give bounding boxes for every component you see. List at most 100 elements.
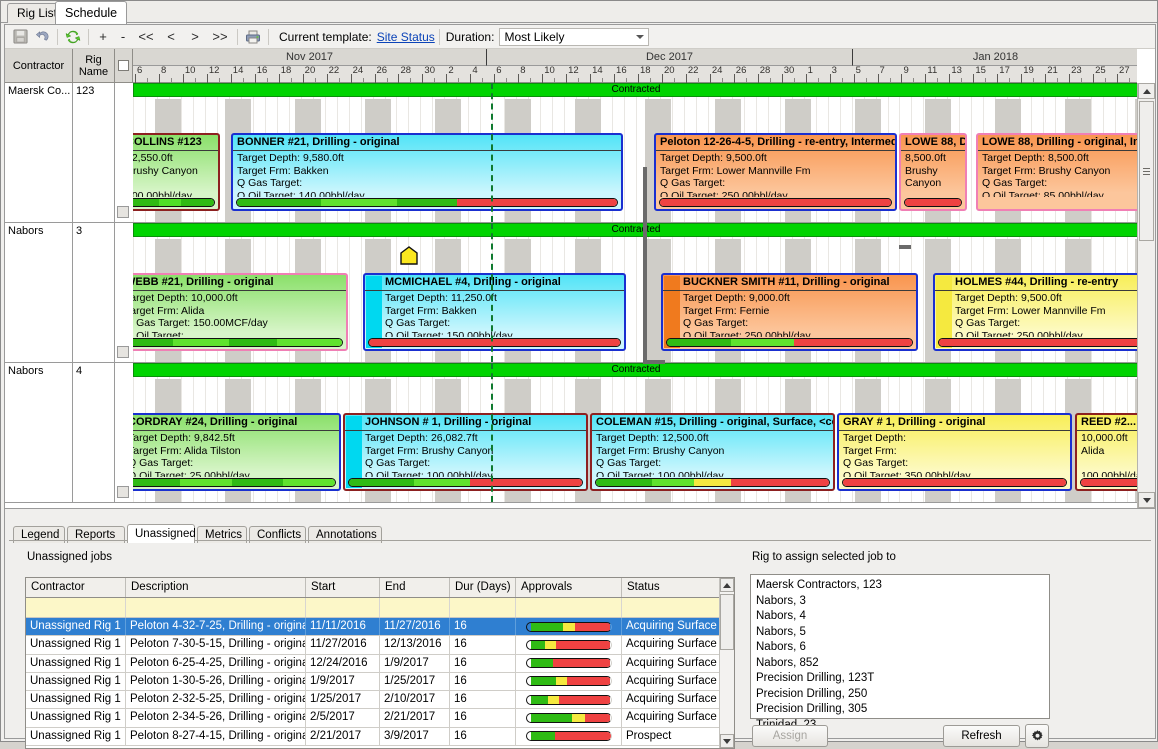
gantt-row[interactable]: ContractedCOLLINS #12312,550.0ftBrushy C… — [133, 83, 1137, 223]
column-header-checkbox[interactable] — [115, 49, 133, 83]
column-header-rig-name[interactable]: Rig Name — [73, 49, 115, 83]
table-row[interactable]: Unassigned Rig 1Peloton 7-30-5-15, Drill… — [26, 636, 734, 654]
nav-last-button[interactable]: >> — [207, 27, 233, 47]
filter-start[interactable] — [306, 598, 380, 617]
gantt-bar[interactable]: GRAY # 1, Drilling - originalTarget Dept… — [837, 413, 1072, 491]
rig-option[interactable]: Nabors, 3 — [756, 594, 1049, 610]
gantt-bar[interactable]: LOWE 88, Dr...8,500.0ftBrushy Canyon 85.… — [899, 133, 967, 211]
gantt-bar[interactable]: BUCKNER SMITH #11, Drilling - originalTa… — [661, 273, 918, 351]
scrollbar-thumb[interactable] — [1139, 101, 1154, 241]
unassigned-jobs-grid[interactable]: ContractorDescriptionStartEndDur (Days)A… — [25, 577, 735, 749]
gantt-bar[interactable]: LOWE 88, Drilling - original, Inter...Ta… — [976, 133, 1137, 211]
rig-option[interactable]: Nabors, 4 — [756, 609, 1049, 625]
gear-icon[interactable] — [1025, 724, 1049, 748]
timeline-day-label: 21 — [1047, 65, 1058, 76]
grid-column-header[interactable]: Start — [306, 578, 380, 597]
gantt-row-header[interactable]: Nabors3 — [5, 223, 133, 363]
gantt-bar[interactable]: BONNER #21, Drilling - originalTarget De… — [231, 133, 623, 211]
gantt-row[interactable]: ContractedWEBB #21, Drilling - originalT… — [133, 223, 1137, 363]
gantt-bars-area[interactable]: ContractedCOLLINS #12312,550.0ftBrushy C… — [133, 83, 1137, 508]
refresh-icon[interactable] — [62, 27, 84, 47]
rig-option[interactable]: Nabors, 5 — [756, 625, 1049, 641]
gantt-bar-details: Target Depth:Target Frm:Q Gas Target:Q O… — [839, 431, 1070, 477]
rig-assign-listbox[interactable]: Maersk Contractors, 123Nabors, 3Nabors, … — [750, 574, 1050, 719]
select-all-checkbox[interactable] — [118, 60, 129, 71]
rig-option[interactable]: Maersk Contractors, 123 — [756, 578, 1049, 594]
row-checkbox[interactable] — [117, 346, 129, 358]
grid-scrollbar-thumb[interactable] — [720, 594, 734, 650]
filter-status[interactable] — [622, 598, 720, 617]
cell-status: Acquiring Surface — [622, 691, 720, 708]
grid-scroll-up-button[interactable] — [720, 578, 734, 592]
table-row[interactable]: Unassigned Rig 1Peloton 2-32-5-25, Drill… — [26, 691, 734, 709]
zoom-out-button[interactable]: - — [113, 27, 133, 47]
duration-select[interactable]: Most Likely — [499, 28, 649, 46]
gantt-vertical-scrollbar[interactable] — [1137, 83, 1155, 508]
gantt-row-header[interactable]: Maersk Co...123 — [5, 83, 133, 223]
current-template-link[interactable]: Site Status — [377, 30, 435, 44]
rig-option[interactable]: Nabors, 6 — [756, 640, 1049, 656]
table-row[interactable]: Unassigned Rig 1Peloton 8-27-4-15, Drill… — [26, 728, 734, 746]
timeline-day-label: 27 — [1119, 65, 1130, 76]
undo-icon[interactable] — [31, 27, 53, 47]
tab-schedule[interactable]: Schedule — [55, 1, 127, 24]
assign-button[interactable]: Assign — [752, 725, 828, 747]
nav-prev-button[interactable]: < — [159, 27, 183, 47]
rig-option[interactable]: Precision Drilling, 250 — [756, 687, 1049, 703]
grid-vertical-scrollbar[interactable] — [719, 578, 734, 748]
bottom-tab-unassigned[interactable]: Unassigned — [127, 524, 195, 543]
save-icon[interactable] — [9, 27, 31, 47]
gantt-bar[interactable]: COLEMAN #15, Drilling - original, Surfac… — [590, 413, 835, 491]
timeline-day-label: 19 — [1023, 65, 1034, 76]
scroll-up-button[interactable] — [1138, 83, 1155, 99]
row-checkbox[interactable] — [117, 206, 129, 218]
timeline-tick — [375, 74, 376, 83]
gantt-bar[interactable]: MCMICHAEL #4, Drilling - originalTarget … — [363, 273, 626, 351]
refresh-button[interactable]: Refresh — [943, 725, 1020, 747]
row-checkbox[interactable] — [117, 486, 129, 498]
rig-option[interactable]: Precision Drilling, 305 — [756, 702, 1049, 718]
timeline-tick — [662, 74, 663, 83]
column-header-contractor[interactable]: Contractor — [5, 49, 73, 83]
nav-first-button[interactable]: << — [133, 27, 159, 47]
divider — [114, 83, 115, 222]
grid-column-header[interactable]: Dur (Days) — [450, 578, 516, 597]
nav-next-button[interactable]: > — [183, 27, 207, 47]
gantt-row-header[interactable]: Nabors4 — [5, 363, 133, 503]
grid-column-header[interactable]: Description — [126, 578, 306, 597]
filter-end[interactable] — [380, 598, 450, 617]
table-row[interactable]: Unassigned Rig 1Peloton 4-32-7-25, Drill… — [26, 618, 734, 636]
table-row[interactable]: Unassigned Rig 1Peloton 1-30-5-26, Drill… — [26, 673, 734, 691]
grid-column-header[interactable]: End — [380, 578, 450, 597]
scroll-down-button[interactable] — [1138, 492, 1155, 508]
today-marker — [491, 83, 493, 222]
filter-dur[interactable] — [450, 598, 516, 617]
gantt-bar[interactable]: WEBB #21, Drilling - originalTarget Dept… — [133, 273, 348, 351]
grid-filter-row[interactable] — [26, 598, 734, 618]
zoom-in-button[interactable]: + — [93, 27, 113, 47]
gantt-row[interactable]: ContractedCORDRAY #24, Drilling - origin… — [133, 363, 1137, 503]
printer-icon[interactable] — [242, 27, 264, 47]
approvals-bar — [526, 658, 612, 668]
grid-column-header[interactable]: Status — [622, 578, 720, 597]
current-template-label: Current template: — [279, 30, 372, 44]
rig-option[interactable]: Nabors, 852 — [756, 656, 1049, 672]
grid-column-header[interactable]: Approvals — [516, 578, 622, 597]
table-row[interactable]: Unassigned Rig 1Peloton 2-34-5-26, Drill… — [26, 709, 734, 727]
filter-description[interactable] — [126, 598, 306, 617]
milestone-icon[interactable] — [398, 245, 420, 267]
cell-end: 3/9/2017 — [380, 728, 450, 745]
gantt-bar[interactable]: JOHNSON # 1, Drilling - originalTarget D… — [343, 413, 588, 491]
timeline-day-label: 16 — [616, 65, 627, 76]
gantt-bar[interactable]: COLLINS #12312,550.0ftBrushy Canyon 100.… — [133, 133, 220, 211]
gantt-bar[interactable]: CORDRAY #24, Drilling - originalTarget D… — [133, 413, 341, 491]
grid-scroll-down-button[interactable] — [720, 734, 734, 748]
gantt-bar[interactable]: Peloton 12-26-4-5, Drilling - re-entry, … — [654, 133, 897, 211]
grid-column-header[interactable]: Contractor — [26, 578, 126, 597]
filter-approvals[interactable] — [516, 598, 622, 617]
gantt-bar[interactable]: HOLMES #44, Drilling - re-entryTarget De… — [933, 273, 1137, 351]
rig-option[interactable]: Precision Drilling, 123T — [756, 671, 1049, 687]
filter-contractor[interactable] — [26, 598, 126, 617]
table-row[interactable]: Unassigned Rig 1Peloton 6-25-4-25, Drill… — [26, 655, 734, 673]
gantt-bar[interactable]: REED #2...10,000.0ftAlida 100.00bbl/day — [1075, 413, 1137, 491]
